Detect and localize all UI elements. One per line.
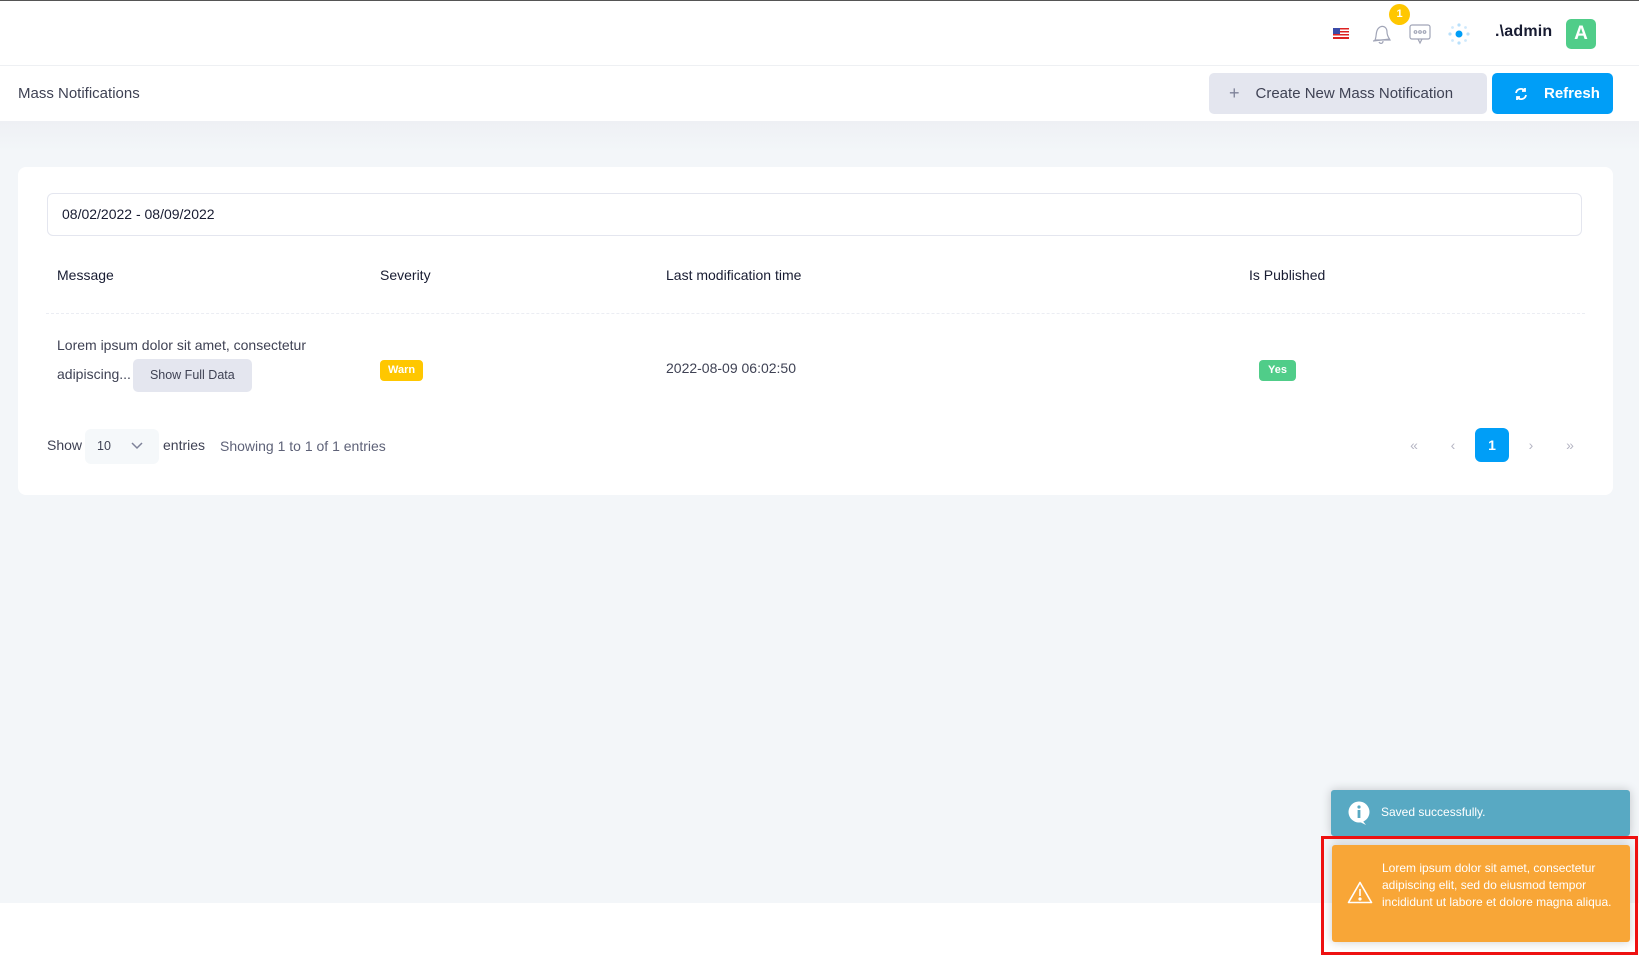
date-range-input[interactable]: 08/02/2022 - 08/09/2022 (47, 193, 1582, 236)
plus-icon: + (1229, 83, 1240, 103)
pagination: « ‹ 1 › » (1392, 428, 1587, 462)
warning-icon (1347, 881, 1373, 904)
table-footer: Show 10 entries Showing 1 to 1 of 1 entr… (47, 428, 1587, 464)
subheader: Mass Notifications + Create New Mass Not… (0, 67, 1639, 121)
user-name[interactable]: .\admin (1495, 23, 1552, 41)
top-header: 1 .\admin A (0, 1, 1639, 66)
showing-summary: Showing 1 to 1 of 1 entries (220, 438, 386, 454)
last-page-button[interactable]: » (1553, 428, 1587, 462)
refresh-button-label: Refresh (1544, 85, 1600, 102)
column-header-severity[interactable]: Severity (380, 267, 431, 283)
is-published-badge: Yes (1259, 360, 1296, 381)
info-icon (1348, 801, 1370, 825)
first-page-button[interactable]: « (1397, 428, 1431, 462)
column-header-last-modification-time[interactable]: Last modification time (666, 267, 801, 283)
toast-info[interactable]: Saved successfully. (1331, 790, 1630, 836)
user-avatar[interactable]: A (1566, 19, 1596, 49)
page-size-value: 10 (97, 439, 111, 453)
refresh-icon (1515, 87, 1527, 100)
chat-icon[interactable] (1409, 23, 1431, 45)
page-size-select[interactable]: 10 (85, 429, 159, 464)
mass-notifications-card: 08/02/2022 - 08/09/2022 Message Severity… (18, 167, 1613, 495)
severity-badge: Warn (380, 360, 424, 381)
page-title: Mass Notifications (18, 85, 140, 102)
last-modification-time-cell: 2022-08-09 06:02:50 (666, 360, 796, 376)
message-text-line1: Lorem ipsum dolor sit amet, consectetur (57, 337, 306, 353)
previous-page-button[interactable]: ‹ (1436, 428, 1470, 462)
create-button-label: Create New Mass Notification (1255, 85, 1454, 102)
toast-warning-message: Lorem ipsum dolor sit amet, consectetur … (1382, 861, 1612, 909)
refresh-button[interactable]: Refresh (1492, 73, 1613, 114)
column-header-message[interactable]: Message (57, 267, 114, 283)
toast-warning[interactable]: Lorem ipsum dolor sit amet, consectetur … (1332, 845, 1630, 942)
message-text-line2: adipiscing... (57, 366, 131, 383)
content-area: 08/02/2022 - 08/09/2022 Message Severity… (0, 121, 1639, 903)
chevron-down-icon (131, 442, 143, 450)
message-cell: Lorem ipsum dolor sit amet, consectetur … (57, 332, 357, 392)
bell-icon[interactable] (1370, 22, 1392, 46)
show-full-data-button[interactable]: Show Full Data (132, 359, 252, 392)
show-label: Show (47, 437, 83, 453)
page-1-button[interactable]: 1 (1475, 428, 1509, 462)
column-header-is-published[interactable]: Is Published (1249, 267, 1325, 283)
next-page-button[interactable]: › (1514, 428, 1548, 462)
us-flag-icon[interactable] (1333, 28, 1349, 39)
entries-label: entries (163, 437, 206, 453)
toast-info-message: Saved successfully. (1381, 805, 1486, 819)
quick-sidebar-toggle-icon[interactable] (1447, 22, 1471, 46)
header-divider (46, 313, 1585, 314)
notification-count-badge: 1 (1389, 4, 1410, 25)
create-mass-notification-button[interactable]: + Create New Mass Notification (1209, 73, 1487, 114)
